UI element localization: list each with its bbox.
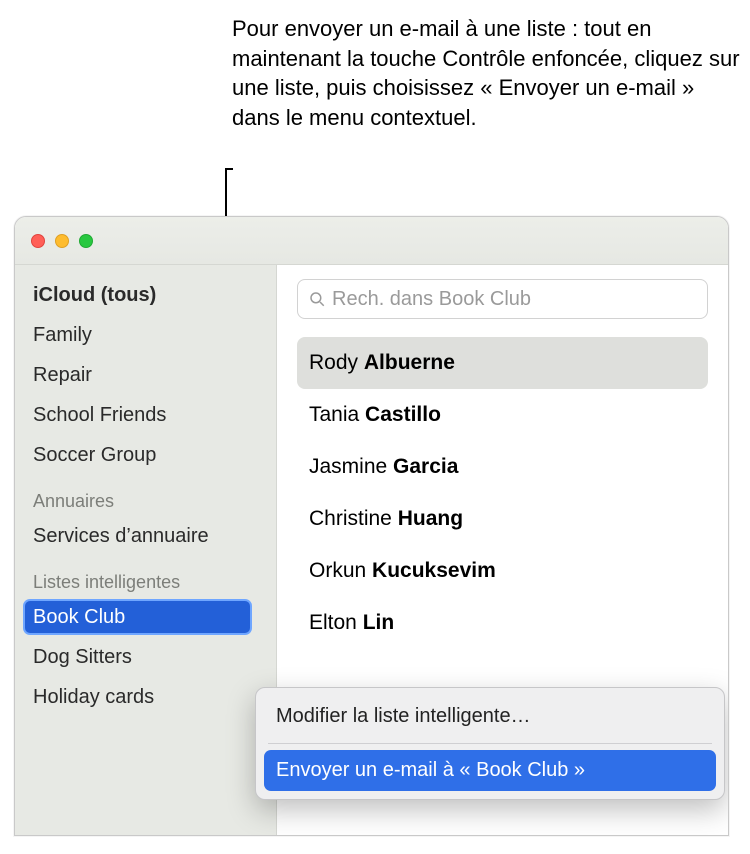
- sidebar-item-label: School Friends: [33, 404, 166, 426]
- contact-first-name: Jasmine: [309, 455, 387, 478]
- search-placeholder: Rech. dans Book Club: [332, 288, 531, 311]
- sidebar-item-holiday-cards[interactable]: Holiday cards: [15, 677, 276, 717]
- sidebar-section-smart-lists: Listes intelligentes: [15, 556, 276, 597]
- search-input[interactable]: Rech. dans Book Club: [297, 279, 708, 319]
- sidebar-item-label: Dog Sitters: [33, 646, 132, 668]
- sidebar-item-label: Repair: [33, 364, 92, 386]
- context-menu: Modifier la liste intelligente… Envoyer …: [255, 687, 725, 800]
- sidebar-item-family[interactable]: Family: [15, 315, 276, 355]
- contact-first-name: Christine: [309, 507, 392, 530]
- contact-first-name: Orkun: [309, 559, 366, 582]
- sidebar-item-icloud-all[interactable]: iCloud (tous): [15, 275, 276, 315]
- sidebar-item-repair[interactable]: Repair: [15, 355, 276, 395]
- sidebar-section-directories: Annuaires: [15, 475, 276, 516]
- sidebar-item-label: Family: [33, 324, 92, 346]
- menu-item-send-email[interactable]: Envoyer un e-mail à « Book Club »: [264, 750, 716, 791]
- contact-row[interactable]: Elton Lin: [297, 597, 708, 649]
- menu-separator: [268, 743, 712, 744]
- contact-last-name: Albuerne: [364, 351, 455, 374]
- contact-last-name: Huang: [398, 507, 463, 530]
- callout-text: Pour envoyer un e-mail à une liste : tou…: [232, 14, 747, 133]
- contact-last-name: Castillo: [365, 403, 441, 426]
- search-icon: [308, 290, 326, 308]
- sidebar-item-directory-services[interactable]: Services d’annuaire: [15, 516, 276, 556]
- sidebar-item-label: Holiday cards: [33, 686, 154, 708]
- sidebar-item-school-friends[interactable]: School Friends: [15, 395, 276, 435]
- contact-last-name: Kucuksevim: [372, 559, 496, 582]
- zoom-icon[interactable]: [79, 234, 93, 248]
- sidebar-item-dog-sitters[interactable]: Dog Sitters: [15, 637, 276, 677]
- contact-last-name: Garcia: [393, 455, 458, 478]
- window-titlebar: [15, 217, 728, 265]
- callout-leader-tick: [225, 168, 233, 170]
- sidebar-item-label: iCloud (tous): [33, 284, 156, 306]
- contact-row[interactable]: Orkun Kucuksevim: [297, 545, 708, 597]
- contact-last-name: Lin: [363, 611, 395, 634]
- sidebar-item-book-club[interactable]: Book Club: [15, 597, 276, 637]
- sidebar-item-label: Book Club: [33, 606, 125, 628]
- contact-row[interactable]: Christine Huang: [297, 493, 708, 545]
- sidebar: iCloud (tous) Family Repair School Frien…: [15, 265, 277, 835]
- contact-list: Rody Albuerne Tania Castillo Jasmine Gar…: [297, 337, 708, 649]
- sidebar-item-label: Soccer Group: [33, 444, 156, 466]
- contacts-window: iCloud (tous) Family Repair School Frien…: [14, 216, 729, 836]
- contact-first-name: Rody: [309, 351, 358, 374]
- close-icon[interactable]: [31, 234, 45, 248]
- contact-first-name: Tania: [309, 403, 359, 426]
- contact-row[interactable]: Tania Castillo: [297, 389, 708, 441]
- menu-item-edit-smart-list[interactable]: Modifier la liste intelligente…: [264, 696, 716, 737]
- minimize-icon[interactable]: [55, 234, 69, 248]
- sidebar-item-label: Services d’annuaire: [33, 525, 209, 547]
- contact-row[interactable]: Jasmine Garcia: [297, 441, 708, 493]
- contact-first-name: Elton: [309, 611, 357, 634]
- sidebar-item-soccer-group[interactable]: Soccer Group: [15, 435, 276, 475]
- contact-row[interactable]: Rody Albuerne: [297, 337, 708, 389]
